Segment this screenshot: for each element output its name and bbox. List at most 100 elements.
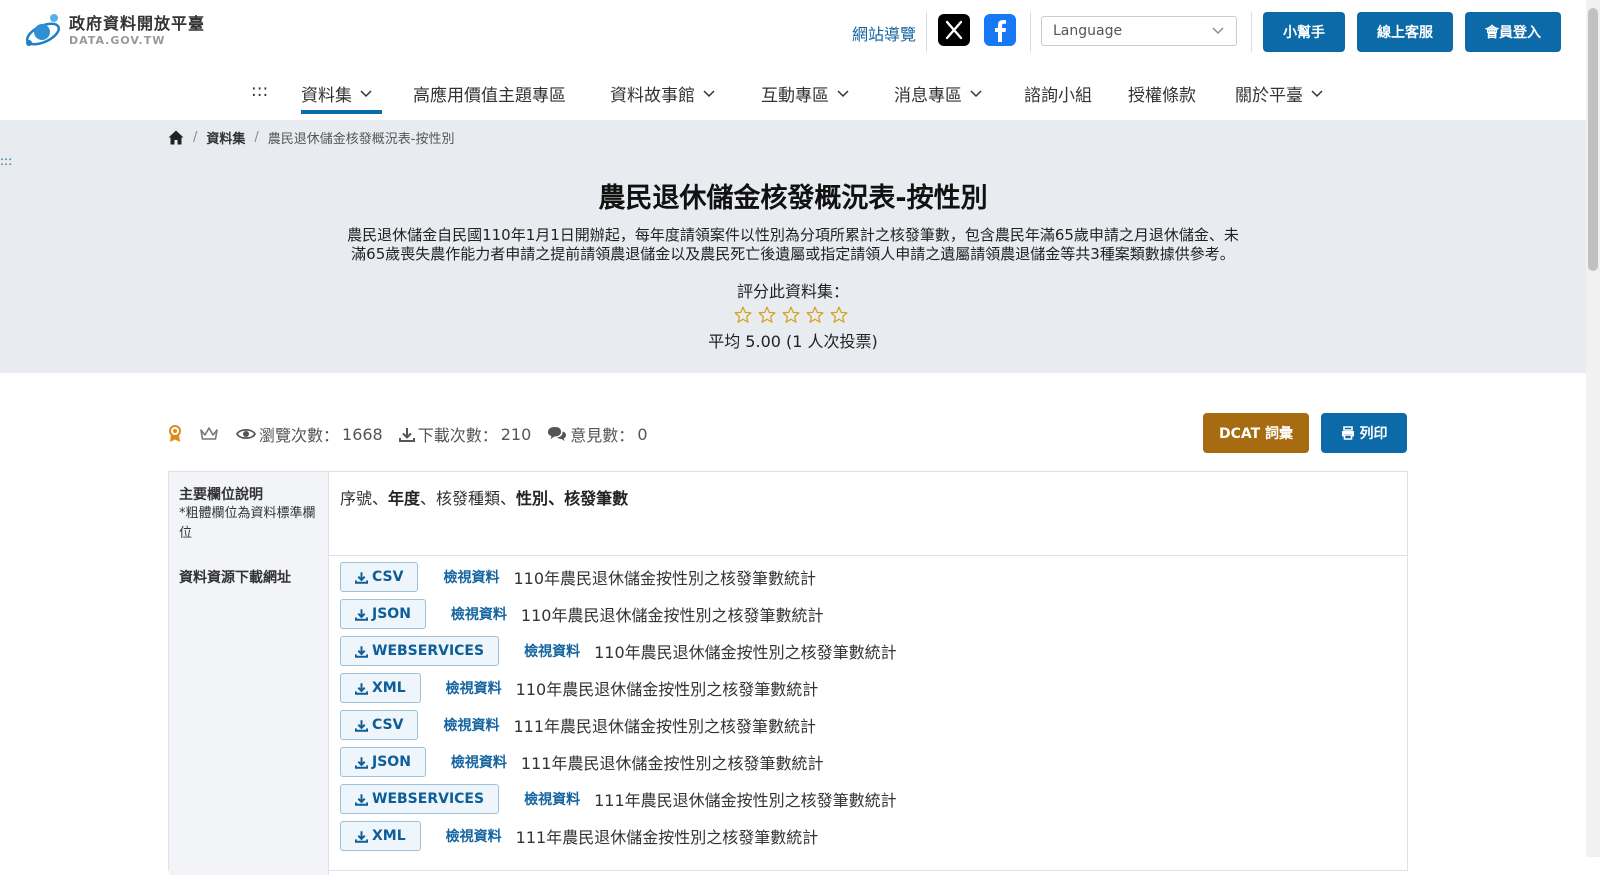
divider [926, 12, 927, 52]
fields-list: 序號、年度、核發種類、性別、核發筆數 [340, 485, 628, 509]
eye-icon [236, 428, 256, 440]
download-json-button[interactable]: JSON [340, 747, 426, 777]
star-icon[interactable] [731, 304, 755, 324]
view-data-link[interactable]: 檢視資料 [451, 604, 507, 624]
online-service-button[interactable]: 線上客服 [1357, 12, 1453, 52]
content-skip-anchor[interactable]: ::: [0, 154, 12, 168]
download-webservices-button[interactable]: WEBSERVICES [340, 784, 500, 814]
fields-row: 主要欄位說明 *粗體欄位為資料標準欄位 序號、年度、核發種類、性別、核發筆數 [169, 472, 1407, 556]
nav-item-interactive[interactable]: 互動專區 [761, 81, 849, 106]
nav-item-license[interactable]: 授權條款 [1128, 81, 1196, 106]
chevron-down-icon [1311, 89, 1323, 97]
view-data-link[interactable]: 檢視資料 [524, 789, 580, 809]
comments-label: 意見數： [570, 426, 635, 445]
helper-button[interactable]: 小幫手 [1263, 12, 1345, 52]
resource-name: 110年農民退休儲金按性別之核發筆數統計 [513, 569, 816, 588]
language-select[interactable]: Language [1041, 16, 1237, 46]
download-icon [398, 427, 415, 442]
nav-item-high-value[interactable]: 高應用價值主題專區 [413, 81, 566, 106]
x-share-button[interactable] [938, 14, 970, 46]
download-webservices-button[interactable]: WEBSERVICES [340, 636, 500, 666]
resource-name: 111年農民退休儲金按性別之核發筆數統計 [515, 828, 819, 847]
star-icon[interactable] [827, 304, 851, 324]
description-line: 農民退休儲金自民國110年1月1日開辦起，每年度請領案件以性別為分項所累計之核發… [347, 226, 1239, 244]
language-placeholder: Language [1053, 23, 1123, 39]
views-label: 瀏覽次數： [259, 426, 340, 445]
nav-item-datasets[interactable]: 資料集 [301, 81, 372, 106]
nav-item-about[interactable]: 關於平臺 [1235, 81, 1323, 106]
view-data-link[interactable]: 檢視資料 [443, 715, 499, 735]
logo-title: 政府資料開放平臺 [69, 14, 206, 33]
nav-item-label: 諮詢小組 [1024, 86, 1092, 106]
fields-note: *粗體欄位為資料標準欄位 [179, 506, 316, 541]
crown-icon [200, 427, 218, 440]
site-logo[interactable]: 政府資料開放平臺 DATA.GOV.TW [22, 10, 205, 52]
chevron-down-icon [970, 89, 982, 97]
nav-item-label: 資料集 [301, 86, 352, 106]
resource-name: 110年農民退休儲金按性別之核發筆數統計 [520, 606, 824, 625]
breadcrumb-current: 農民退休儲金核發概況表-按性別 [267, 132, 455, 147]
breadcrumb: / 資料集 / 農民退休儲金核發概況表-按性別 [168, 128, 455, 147]
chevron-down-icon [703, 89, 715, 97]
download-icon [355, 830, 368, 843]
chevron-down-icon [837, 89, 849, 97]
resource-row: WEBSERVICES 檢視資料 110年農民退休儲金按性別之核發筆數統計 [340, 635, 897, 667]
nav-item-label: 高應用價值主題專區 [413, 86, 566, 106]
view-data-link[interactable]: 檢視資料 [446, 678, 502, 698]
field-text: 序號、 [340, 489, 389, 508]
view-data-link[interactable]: 檢視資料 [451, 752, 507, 772]
download-csv-button[interactable]: CSV [340, 562, 419, 592]
download-xml-button[interactable]: XML [340, 821, 421, 851]
resources-header: 資料資源下載網址 [179, 570, 291, 586]
breadcrumb-separator: / [193, 130, 198, 145]
star-icon[interactable] [779, 304, 803, 324]
view-data-link[interactable]: 檢視資料 [446, 826, 502, 846]
format-label: CSV [372, 569, 404, 585]
print-label: 列印 [1359, 426, 1388, 442]
divider [1251, 12, 1252, 52]
nav-item-stories[interactable]: 資料故事館 [610, 81, 715, 106]
download-csv-button[interactable]: CSV [340, 710, 419, 740]
star-icon[interactable] [803, 304, 827, 324]
rating-stars[interactable] [731, 304, 851, 324]
rating-average: 平均 5.00 (1 人次投票) [708, 332, 878, 351]
format-label: WEBSERVICES [372, 791, 485, 807]
chevron-down-icon [360, 89, 372, 97]
dataset-info-table: 主要欄位說明 *粗體欄位為資料標準欄位 序號、年度、核發種類、性別、核發筆數 資… [168, 471, 1408, 875]
download-icon [355, 756, 368, 769]
field-separator: 、 [548, 489, 565, 508]
format-label: WEBSERVICES [372, 643, 485, 659]
nav-item-news[interactable]: 消息專區 [894, 81, 982, 106]
divider [1030, 12, 1031, 52]
nav-item-advisory[interactable]: 諮詢小組 [1024, 81, 1092, 106]
resource-row: CSV 檢視資料 110年農民退休儲金按性別之核發筆數統計 [340, 561, 816, 593]
download-icon [355, 682, 368, 695]
nav-active-indicator [301, 110, 382, 114]
facebook-share-button[interactable] [984, 14, 1016, 46]
home-icon[interactable] [168, 130, 184, 145]
view-data-link[interactable]: 檢視資料 [443, 567, 499, 587]
format-label: XML [372, 828, 406, 844]
download-xml-button[interactable]: XML [340, 673, 421, 703]
site-map-link[interactable]: 網站導覽 [852, 21, 916, 45]
download-icon [355, 571, 368, 584]
page-scrollbar[interactable] [1586, 0, 1600, 857]
nav-skip-anchor[interactable]: ::: [251, 81, 268, 101]
dataset-hero: / 資料集 / 農民退休儲金核發概況表-按性別 ::: 農民退休儲金核發概況表-… [0, 120, 1586, 373]
dataset-description: 農民退休儲金自民國110年1月1日開辦起，每年度請領案件以性別為分項所累計之核發… [310, 226, 1276, 264]
print-button[interactable]: 列印 [1321, 413, 1407, 453]
resource-name: 110年農民退休儲金按性別之核發筆數統計 [515, 680, 819, 699]
download-json-button[interactable]: JSON [340, 599, 426, 629]
star-icon[interactable] [755, 304, 779, 324]
resource-row: WEBSERVICES 檢視資料 111年農民退休儲金按性別之核發筆數統計 [340, 783, 897, 815]
resource-row: JSON 檢視資料 110年農民退休儲金按性別之核發筆數統計 [340, 598, 823, 630]
nav-item-label: 關於平臺 [1235, 86, 1303, 106]
dcat-vocabulary-button[interactable]: DCAT 詞彙 [1203, 413, 1309, 453]
nav-item-label: 互動專區 [761, 86, 829, 106]
nav-item-label: 授權條款 [1128, 86, 1196, 106]
download-icon [355, 645, 368, 658]
breadcrumb-datasets[interactable]: 資料集 [206, 128, 245, 147]
scrollbar-thumb[interactable] [1588, 8, 1598, 271]
view-data-link[interactable]: 檢視資料 [524, 641, 580, 661]
member-login-button[interactable]: 會員登入 [1465, 12, 1561, 52]
